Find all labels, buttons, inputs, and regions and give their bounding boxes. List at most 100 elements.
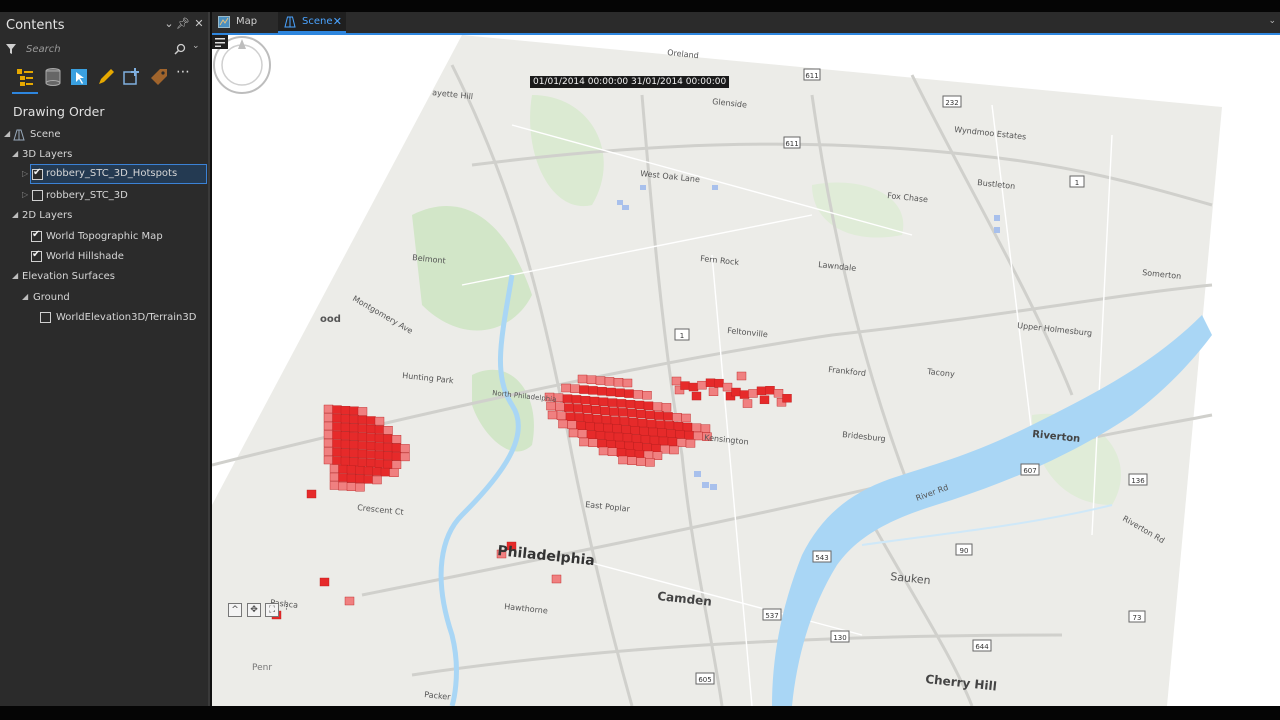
hotspot-bin bbox=[759, 395, 770, 405]
hotspot-bin bbox=[383, 443, 393, 452]
hotspot-bin bbox=[636, 457, 646, 466]
hotspot-bin bbox=[655, 420, 666, 429]
tree-item-terrain[interactable]: WorldElevation3D/Terrain3D bbox=[0, 308, 208, 328]
hotspot-bin bbox=[349, 406, 359, 415]
orbit-mode-icon[interactable]: ⛶ bbox=[265, 603, 279, 617]
tree-item-ground[interactable]: ◢ Ground bbox=[0, 288, 208, 308]
hotspot-bin bbox=[329, 464, 340, 473]
hotspot-bin bbox=[615, 388, 625, 397]
collapse-arrow-icon[interactable]: ◢ bbox=[12, 271, 18, 280]
tree-item-label: Scene bbox=[30, 129, 61, 140]
search-icon[interactable] bbox=[174, 43, 186, 55]
collapse-arrow-icon[interactable]: ◢ bbox=[22, 292, 28, 301]
tree-item-hotspots-layer[interactable]: ▷ robbery_STC_3D_Hotspots bbox=[22, 164, 207, 184]
hotspot-bin bbox=[374, 459, 385, 468]
collapse-arrow-icon[interactable]: ◢ bbox=[12, 210, 18, 219]
hotspot-bin bbox=[671, 376, 682, 386]
list-by-labeling-icon[interactable] bbox=[148, 66, 170, 88]
collapse-arrow-icon[interactable]: ◢ bbox=[12, 149, 18, 158]
hotspot-bin bbox=[363, 466, 374, 476]
hotspot-bin bbox=[332, 447, 342, 457]
expand-arrow-icon[interactable]: ▷ bbox=[22, 169, 28, 178]
hotspot-bin bbox=[627, 456, 637, 465]
pin-icon[interactable]: 📌︎ bbox=[176, 17, 190, 30]
scene-view[interactable]: Philadelphia Camden Sauken Cherry Hill R… bbox=[212, 35, 1280, 706]
hotspot-bin bbox=[346, 482, 357, 491]
hotspot-bin bbox=[667, 437, 678, 446]
hotspot-bin bbox=[340, 423, 351, 432]
layer-visibility-checkbox[interactable] bbox=[31, 249, 42, 262]
layer-visibility-checkbox[interactable] bbox=[32, 167, 43, 180]
hotspot-bin bbox=[372, 475, 382, 485]
navigator-collapse-icon[interactable]: ^ bbox=[228, 603, 242, 617]
hotspot-bin bbox=[601, 415, 612, 424]
tree-item-elevation-surfaces[interactable]: ◢ Elevation Surfaces bbox=[0, 267, 208, 287]
more-options-icon[interactable]: ⋯ bbox=[176, 64, 198, 86]
layer-visibility-checkbox[interactable] bbox=[32, 190, 43, 201]
tab-scene[interactable]: Scene ✕ bbox=[278, 12, 346, 33]
hotspot-bin bbox=[705, 378, 716, 387]
hotspot-bin bbox=[633, 390, 643, 399]
hotspot-bin bbox=[374, 416, 385, 426]
hotspot-bin bbox=[616, 448, 627, 457]
list-by-snapping-icon[interactable] bbox=[121, 66, 143, 88]
status-strip bbox=[0, 706, 1280, 720]
tree-item-topographic-layer[interactable]: World Topographic Map bbox=[0, 227, 208, 247]
list-by-source-icon[interactable] bbox=[42, 66, 64, 88]
hotspot-bin bbox=[577, 374, 588, 384]
hotspot-bin bbox=[355, 474, 365, 483]
tree-item-hillshade-layer[interactable]: World Hillshade bbox=[0, 247, 208, 267]
layer-visibility-checkbox[interactable] bbox=[31, 229, 42, 242]
more-navigation-icon[interactable]: ⁝ bbox=[285, 603, 288, 613]
hotspot-bin bbox=[383, 460, 393, 469]
tree-item-3d-layers[interactable]: ◢ 3D Layers bbox=[0, 145, 208, 165]
hotspot-bin bbox=[380, 467, 391, 477]
hotspot-bin bbox=[700, 424, 711, 433]
hotspot-bin bbox=[346, 474, 357, 483]
hotspot-bin bbox=[323, 404, 334, 414]
tree-item-stc3d-layer[interactable]: ▷ robbery_STC_3D bbox=[0, 186, 208, 206]
hotspot-bin bbox=[782, 394, 792, 403]
hotspot-bin bbox=[645, 410, 655, 419]
list-by-selection-icon[interactable] bbox=[68, 66, 90, 88]
layer-visibility-checkbox[interactable] bbox=[40, 312, 51, 323]
tab-map[interactable]: Map bbox=[212, 12, 274, 33]
hotspot-bin bbox=[773, 389, 784, 398]
search-options-chevron-icon[interactable]: ⌄ bbox=[192, 41, 200, 51]
pane-menu-chevron-icon[interactable]: ⌄ bbox=[162, 17, 176, 30]
tree-item-2d-layers[interactable]: ◢ 2D Layers bbox=[0, 206, 208, 226]
search-input[interactable] bbox=[22, 40, 190, 58]
route-shield-1-north: 1 bbox=[1075, 179, 1079, 187]
view-tabs: Map Scene ✕ ⌄ bbox=[212, 12, 1280, 33]
hotspot-bin bbox=[583, 414, 594, 423]
hotspot-bin bbox=[349, 440, 359, 449]
hotspot-bin bbox=[598, 446, 609, 456]
hotspot-bin bbox=[562, 394, 573, 403]
hotspot-bin bbox=[332, 422, 342, 431]
hotspot-bin bbox=[609, 407, 619, 416]
hotspot-bin bbox=[588, 386, 598, 395]
route-shield-1: 1 bbox=[680, 332, 684, 340]
filter-icon[interactable] bbox=[5, 43, 17, 55]
notification-panel-icon[interactable] bbox=[212, 35, 228, 49]
hotspot-bin bbox=[684, 431, 694, 440]
hotspot-bin bbox=[607, 398, 618, 407]
tree-item-scene[interactable]: ◢ Scene bbox=[0, 125, 208, 145]
hotspot-bin bbox=[631, 434, 642, 443]
pan-mode-icon[interactable]: ✥ bbox=[247, 603, 261, 617]
expand-arrow-icon[interactable]: ▷ bbox=[22, 190, 28, 199]
hotspot-bin bbox=[340, 448, 351, 457]
list-by-drawing-order-icon[interactable] bbox=[14, 66, 36, 88]
arcgis-pro-window: Contents ⌄ 📌︎ ✕ ⌄ bbox=[0, 0, 1280, 720]
collapse-arrow-icon[interactable]: ◢ bbox=[4, 129, 10, 138]
close-tab-icon[interactable]: ✕ bbox=[333, 15, 342, 28]
list-by-editing-icon[interactable] bbox=[95, 66, 117, 88]
hotspot-bin bbox=[697, 380, 707, 390]
hotspot-bin bbox=[640, 435, 651, 444]
hotspot-bin bbox=[634, 400, 645, 410]
hotspot-bin bbox=[619, 417, 630, 426]
hotspot-bin bbox=[355, 466, 365, 475]
title-strip bbox=[0, 0, 1280, 12]
tab-list-chevron-icon[interactable]: ⌄ bbox=[1268, 16, 1276, 26]
close-pane-icon[interactable]: ✕ bbox=[192, 17, 206, 30]
